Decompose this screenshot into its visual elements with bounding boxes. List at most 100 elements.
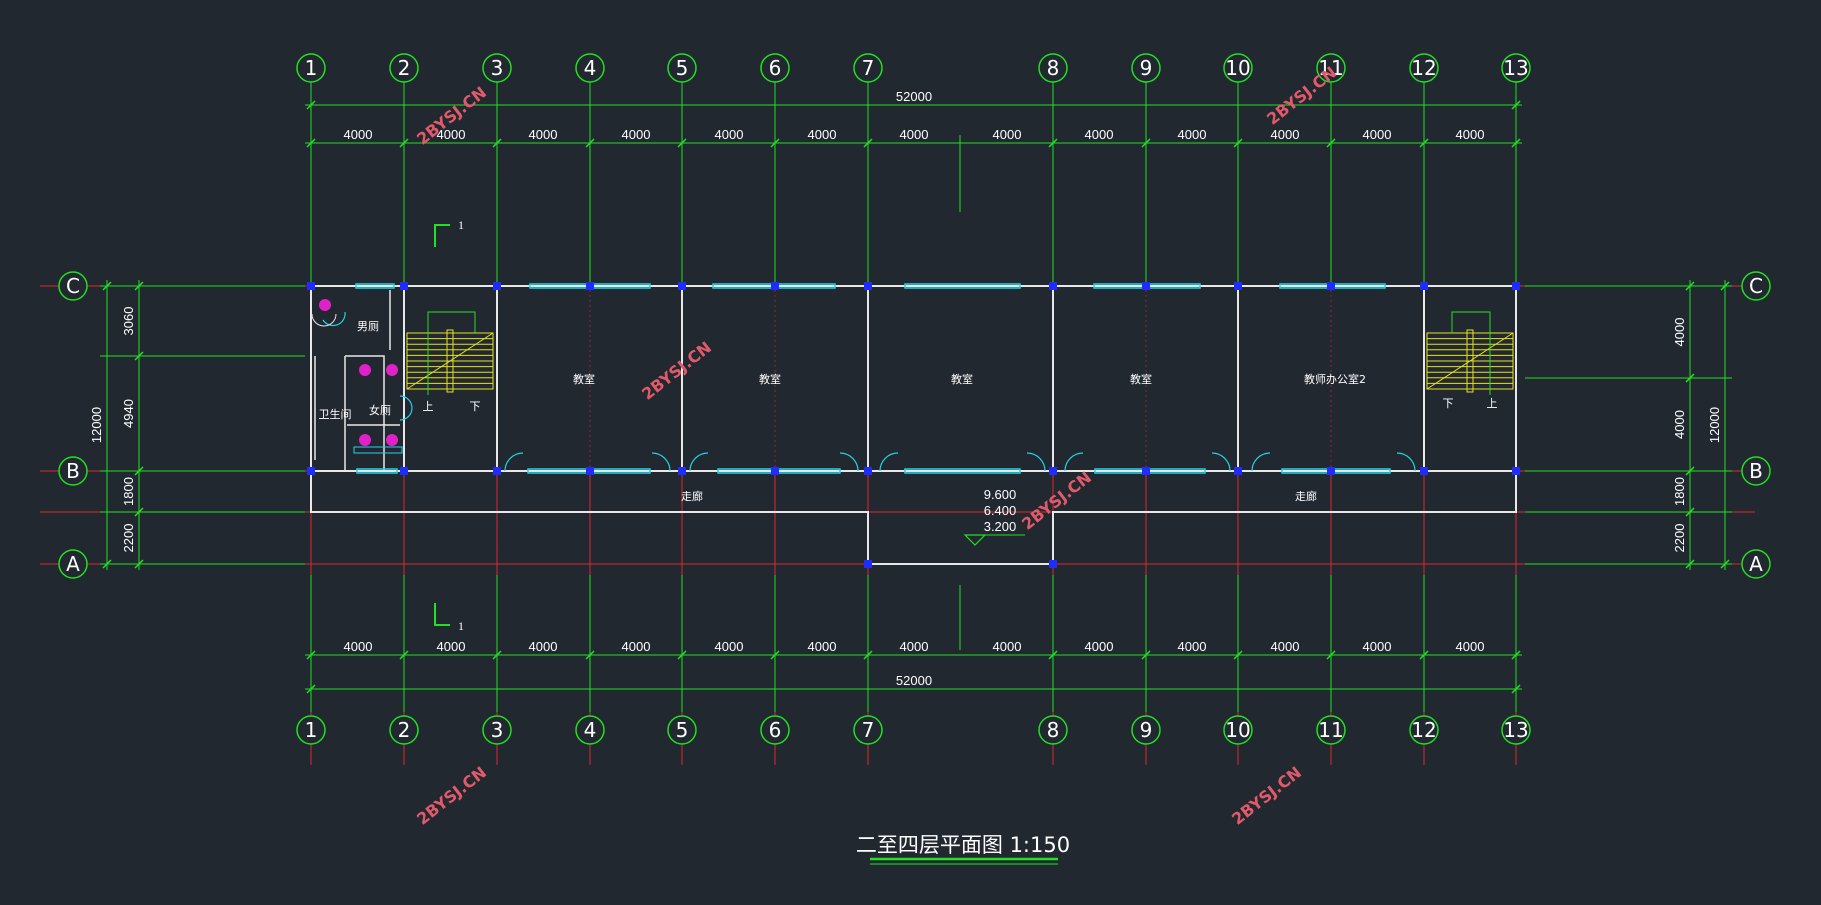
axis-bubble-bottom-2-label: 2 bbox=[398, 718, 411, 742]
floor-plan-drawing: 52000 52000 4000 4000 4000 4000 4000 4000 4000 40… bbox=[0, 0, 1821, 905]
dimension-span-top-0: 4000 bbox=[344, 127, 373, 142]
dimension-span-bottom-11: 4000 bbox=[1363, 639, 1392, 654]
dimension-span-bottom-5: 4000 bbox=[808, 639, 837, 654]
axis-bubble-top-8-label: 8 bbox=[1047, 56, 1060, 80]
dimension-span-bottom-3: 4000 bbox=[622, 639, 651, 654]
dimension-span-top-10: 4000 bbox=[1271, 127, 1300, 142]
restroom-label: 卫生间 bbox=[319, 407, 352, 421]
stair-right-up-label: 上 bbox=[1487, 397, 1498, 410]
column-15 bbox=[1142, 467, 1150, 475]
axis-bubble-top-12-label: 12 bbox=[1411, 56, 1436, 80]
column-9 bbox=[493, 467, 501, 475]
stair-left-down-label: 下 bbox=[470, 400, 481, 413]
dimension-left-total: 12000 bbox=[89, 407, 104, 443]
room-label-2: 教室 bbox=[951, 372, 973, 386]
stair-left-up-label: 上 bbox=[423, 400, 434, 413]
column-27 bbox=[1420, 282, 1428, 290]
column-11 bbox=[678, 467, 686, 475]
dimension-span-top-8: 4000 bbox=[1085, 127, 1114, 142]
column-10 bbox=[586, 467, 594, 475]
dimension-span-top-6: 4000 bbox=[900, 127, 929, 142]
axis-bubble-right-A-label: A bbox=[1749, 552, 1763, 576]
elevation-0: 9.600 bbox=[984, 487, 1017, 502]
axis-bubble-right-C-label: C bbox=[1749, 274, 1763, 298]
dimension-span-bottom-2: 4000 bbox=[529, 639, 558, 654]
section-mark-bottom-label: 1 bbox=[458, 619, 464, 633]
female-restroom-label: 女厕 bbox=[369, 403, 391, 417]
axis-bubble-top-7-label: 7 bbox=[862, 56, 875, 80]
axis-bubble-top-4-label: 4 bbox=[584, 56, 597, 80]
axis-bubble-bottom-11-label: 11 bbox=[1318, 718, 1343, 742]
axis-bubble-top-6-label: 6 bbox=[769, 56, 782, 80]
axis-bubble-bottom-6-label: 6 bbox=[769, 718, 782, 742]
axis-bubble-bottom-13-label: 13 bbox=[1503, 718, 1528, 742]
axis-bubble-right-B-label: B bbox=[1749, 459, 1763, 483]
axis-bubble-top-5-label: 5 bbox=[676, 56, 689, 80]
dimension-span-bottom-1: 4000 bbox=[437, 639, 466, 654]
dimension-left-1: 4940 bbox=[121, 399, 136, 428]
column-17 bbox=[1327, 467, 1335, 475]
axis-bubble-left-B-label: B bbox=[66, 459, 80, 483]
toilet-fixture-0 bbox=[319, 299, 331, 311]
column-6 bbox=[1512, 282, 1520, 290]
dimension-span-bottom-9: 4000 bbox=[1178, 639, 1207, 654]
elevation-2: 3.200 bbox=[984, 519, 1017, 534]
stair-right-down-label: 下 bbox=[1443, 397, 1454, 410]
dimension-span-top-12: 4000 bbox=[1456, 127, 1485, 142]
elevation-1: 6.400 bbox=[984, 503, 1017, 518]
drawing-title-block: 二至四层平面图 1:150 bbox=[856, 833, 1070, 865]
dimension-span-bottom-10: 4000 bbox=[1271, 639, 1300, 654]
axis-bubble-left-C-label: C bbox=[66, 274, 80, 298]
column-22 bbox=[493, 282, 501, 290]
axis-bubble-bottom-12-label: 12 bbox=[1411, 718, 1436, 742]
column-14 bbox=[1049, 467, 1057, 475]
dimension-right-3: 2200 bbox=[1672, 524, 1687, 553]
axis-bubble-top-3-label: 3 bbox=[491, 56, 504, 80]
axis-bubble-bottom-7-label: 7 bbox=[862, 718, 875, 742]
dimension-span-bottom-6: 4000 bbox=[900, 639, 929, 654]
axis-bubble-bottom-10-label: 10 bbox=[1225, 718, 1250, 742]
dimension-span-top-5: 4000 bbox=[808, 127, 837, 142]
column-21 bbox=[1049, 560, 1057, 568]
axis-bubble-top-9-label: 9 bbox=[1140, 56, 1153, 80]
axis-bubble-bottom-8-label: 8 bbox=[1047, 718, 1060, 742]
dimension-span-top-9: 4000 bbox=[1178, 127, 1207, 142]
dimension-left-2: 1800 bbox=[121, 477, 136, 506]
room-label-3: 教室 bbox=[1130, 372, 1152, 386]
column-16 bbox=[1234, 467, 1242, 475]
room-label-4: 教师办公室2 bbox=[1304, 372, 1366, 386]
column-4 bbox=[1142, 282, 1150, 290]
column-0 bbox=[307, 282, 315, 290]
corridor-label-right: 走廊 bbox=[1295, 489, 1317, 503]
dimension-right-total: 12000 bbox=[1707, 407, 1722, 443]
column-12 bbox=[771, 467, 779, 475]
toilet-fixture-3 bbox=[359, 434, 371, 446]
dimension-left-0: 3060 bbox=[121, 307, 136, 336]
section-mark-top-label: 1 bbox=[458, 218, 464, 232]
column-25 bbox=[1049, 282, 1057, 290]
axis-bubble-bottom-9-label: 9 bbox=[1140, 718, 1153, 742]
axis-bubble-top-10-label: 10 bbox=[1225, 56, 1250, 80]
column-23 bbox=[678, 282, 686, 290]
column-5 bbox=[1327, 282, 1335, 290]
column-19 bbox=[1512, 467, 1520, 475]
corridor-label-left: 走廊 bbox=[681, 489, 703, 503]
dimension-span-top-2: 4000 bbox=[529, 127, 558, 142]
dimension-span-top-7: 4000 bbox=[993, 127, 1022, 142]
axis-bubble-bottom-1-label: 1 bbox=[305, 718, 318, 742]
dimension-span-bottom-4: 4000 bbox=[715, 639, 744, 654]
axis-bubble-top-1-label: 1 bbox=[305, 56, 318, 80]
column-1 bbox=[400, 282, 408, 290]
axis-bubble-bottom-5-label: 5 bbox=[676, 718, 689, 742]
column-26 bbox=[1234, 282, 1242, 290]
toilet-fixture-4 bbox=[386, 434, 398, 446]
column-24 bbox=[864, 282, 872, 290]
column-13 bbox=[864, 467, 872, 475]
dimension-span-bottom-0: 4000 bbox=[344, 639, 373, 654]
dimension-span-bottom-7: 4000 bbox=[993, 639, 1022, 654]
column-2 bbox=[586, 282, 594, 290]
column-18 bbox=[1420, 467, 1428, 475]
dimension-right-1: 4000 bbox=[1672, 410, 1687, 439]
drawing-title: 二至四层平面图 1:150 bbox=[856, 833, 1070, 857]
toilet-fixture-1 bbox=[359, 364, 371, 376]
